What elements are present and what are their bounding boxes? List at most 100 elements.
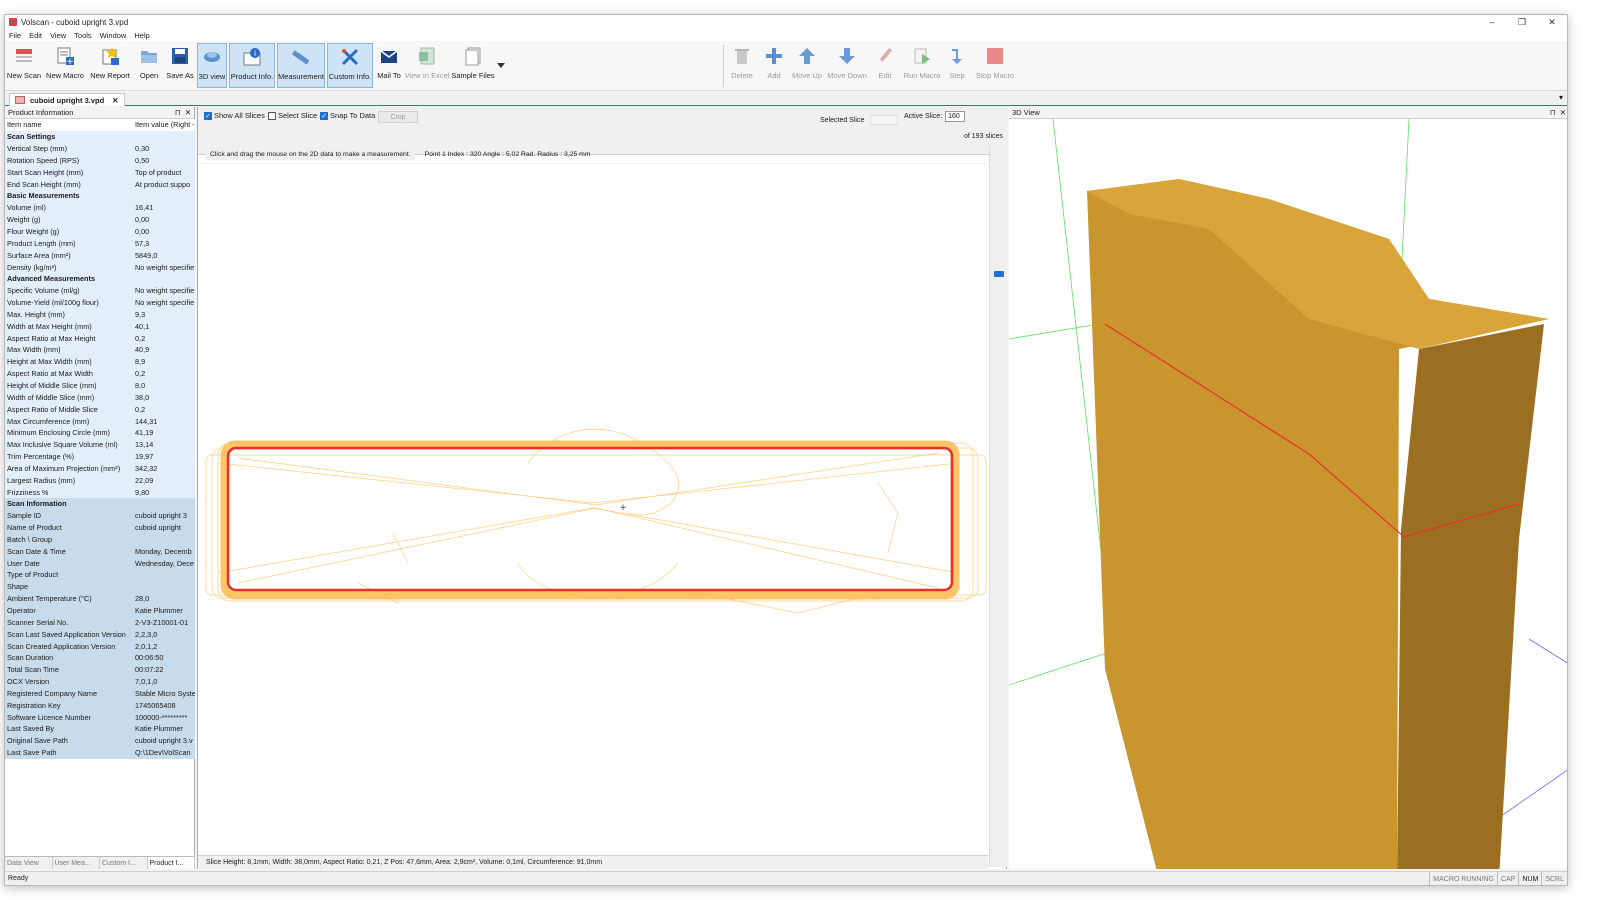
slice-scrollbar-thumb[interactable] [994, 271, 1004, 277]
minimize-button[interactable]: – [1477, 15, 1507, 29]
table-row[interactable]: Max Circumference (mm) 144,31 [5, 415, 195, 427]
crop-button[interactable]: Crop [378, 111, 418, 123]
table-row[interactable]: Width of Middle Slice (mm) 38,0 [5, 391, 195, 404]
table-row[interactable]: Last Save Path Q:\1Dev\VolScan [5, 746, 195, 759]
section-header-row[interactable]: Scan Settings [5, 130, 195, 143]
menu-view[interactable]: View [50, 31, 66, 40]
run-macro-button[interactable]: Run Macro [903, 43, 941, 88]
table-row[interactable]: Scan Duration 00:06:50 [5, 651, 195, 664]
table-row[interactable]: Aspect Ratio at Max Height 0,2 [5, 332, 195, 345]
table-row[interactable]: Specific Volume (ml/g) No weight specifie [5, 284, 195, 297]
mail-to-button[interactable]: Mail To [375, 43, 403, 88]
table-row[interactable]: Registration Key 1745065408 [5, 699, 195, 712]
table-row[interactable]: Total Scan Time 00:07:22 [5, 663, 195, 676]
table-row[interactable]: Height at Max Width (mm) 8,9 [5, 355, 195, 368]
table-row[interactable]: Registered Company Name Stable Micro Syst… [5, 687, 195, 700]
column-header-value[interactable]: Item value (Right - [133, 119, 195, 131]
tab-list-dropdown-icon[interactable]: ▾ [1559, 93, 1563, 102]
sample-files-button[interactable]: Sample Files [451, 43, 495, 88]
document-tab[interactable]: cuboid upright 3.vpd ✕ [9, 93, 126, 106]
section-header-row[interactable]: Scan Information [5, 498, 195, 510]
table-row[interactable]: Vertical Step (mm) 0,30 [5, 142, 195, 155]
custom-info-button[interactable]: Custom Info. [327, 43, 373, 88]
show-all-slices-checkbox[interactable]: ✓ Show All Slices [204, 111, 265, 120]
table-row[interactable]: Start Scan Height (mm) Top of product [5, 166, 195, 179]
table-row[interactable]: Weight (g) 0,00 [5, 213, 195, 226]
new-report-button[interactable]: New Report [89, 43, 131, 88]
table-row[interactable]: Density (kg/m³) No weight specifie [5, 261, 195, 273]
toolbar-overflow-button[interactable] [495, 43, 507, 88]
table-row[interactable]: Rotation Speed (RPS) 0,50 [5, 154, 195, 167]
stop-macro-button[interactable]: Stop Macro [975, 43, 1015, 88]
column-header-name[interactable]: Item name [5, 119, 133, 131]
selected-slice-dropdown[interactable] [870, 115, 899, 125]
table-row[interactable]: Area of Maximum Projection (mm²) 342,32 [5, 462, 195, 475]
table-row[interactable]: Width at Max Height (mm) 40,1 [5, 320, 195, 333]
table-row[interactable]: Volume-Yield (ml/100g flour) No weight sp… [5, 296, 195, 309]
tab-product-info[interactable]: Product I... [147, 857, 195, 869]
table-row[interactable]: Max Width (mm) 40,9 [5, 344, 195, 356]
menu-tools[interactable]: Tools [74, 31, 92, 40]
pin-icon[interactable]: ⊓ [1550, 108, 1556, 117]
slice-scrollbar[interactable] [989, 145, 1007, 867]
table-row[interactable]: Aspect Ratio at Max Width 0,2 [5, 367, 195, 380]
save-as-button[interactable]: Save As [165, 43, 195, 88]
move-down-button[interactable]: Move Down [827, 43, 867, 88]
menu-help[interactable]: Help [134, 31, 149, 40]
table-row[interactable]: Largest Radius (mm) 22,09 [5, 474, 195, 487]
table-row[interactable]: Software Licence Number 100000-********* [5, 711, 195, 724]
slice-plot-area[interactable]: + [198, 162, 988, 853]
table-row[interactable]: Scan Date & Time Monday, Decemb [5, 545, 195, 558]
table-row[interactable]: Minimum Enclosing Circle (mm) 41,19 [5, 426, 195, 439]
menu-file[interactable]: File [9, 31, 21, 40]
table-row[interactable]: Surface Area (mm²) 5849,0 [5, 249, 195, 262]
close-panel-button[interactable]: ✕ [185, 108, 191, 117]
table-row[interactable]: Frizziness % 9,80 [5, 486, 195, 498]
table-row[interactable]: Max Inclusive Square Volume (ml) 13,14 [5, 438, 195, 451]
table-row[interactable]: Height of Middle Slice (mm) 8,0 [5, 379, 195, 392]
step-button[interactable]: Step [945, 43, 969, 88]
open-button[interactable]: Open [135, 43, 163, 88]
table-row[interactable]: Volume (ml) 16,41 [5, 201, 195, 214]
menu-window[interactable]: Window [100, 31, 127, 40]
table-row[interactable]: Scan Created Application Version 2,0,1,2 [5, 640, 195, 652]
move-up-button[interactable]: Move Up [791, 43, 823, 88]
table-row[interactable]: Original Save Path cuboid upright 3.v [5, 734, 195, 747]
product-info-button[interactable]: i Product Info. [229, 43, 275, 88]
section-header-row[interactable]: Basic Measurements [5, 190, 195, 202]
new-macro-button[interactable]: + New Macro [45, 43, 85, 88]
table-row[interactable]: Type of Product [5, 569, 195, 581]
pin-icon[interactable]: ⊓ [175, 108, 181, 117]
add-button[interactable]: Add [761, 43, 787, 88]
tab-user-measurements[interactable]: User Mea... [53, 857, 100, 869]
select-slice-checkbox[interactable]: Select Slice [268, 111, 317, 120]
close-tab-button[interactable]: ✕ [112, 96, 118, 105]
table-row[interactable]: Sample ID cuboid upright 3 [5, 509, 195, 522]
section-header-row[interactable]: Advanced Measurements [5, 272, 195, 285]
table-row[interactable]: Operator Katie Plummer [5, 604, 195, 617]
maximize-button[interactable]: ❐ [1507, 15, 1537, 29]
table-row[interactable]: Product Length (mm) 57,3 [5, 237, 195, 250]
new-scan-button[interactable]: New Scan [7, 43, 41, 88]
view-in-excel-button[interactable]: View In Excel [405, 43, 449, 88]
3d-view-button[interactable]: 3D view [197, 43, 227, 88]
tab-custom-info[interactable]: Custom I... [100, 857, 148, 869]
table-row[interactable]: Batch \ Group [5, 533, 195, 546]
delete-button[interactable]: Delete [727, 43, 757, 88]
table-row[interactable]: Aspect Ratio of Middle Slice 0,2 [5, 403, 195, 416]
table-row[interactable]: Last Saved By Katie Plummer [5, 723, 195, 735]
table-row[interactable]: User Date Wednesday, Dece [5, 557, 195, 570]
table-row[interactable]: Scanner Serial No. 2-V3-Z10001-01 [5, 616, 195, 629]
active-slice-input[interactable]: 160 [945, 111, 966, 122]
tab-data-view[interactable]: Data View [5, 857, 53, 869]
edit-button[interactable]: Edit [873, 43, 897, 88]
table-row[interactable]: Shape [5, 580, 195, 593]
menu-edit[interactable]: Edit [29, 31, 42, 40]
table-row[interactable]: Flour Weight (g) 0,00 [5, 225, 195, 238]
table-row[interactable]: Max. Height (mm) 9,3 [5, 308, 195, 321]
slice-plot[interactable]: + [198, 162, 988, 853]
table-row[interactable]: OCX Version 7,0,1,0 [5, 675, 195, 688]
close-window-button[interactable]: ✕ [1537, 15, 1567, 29]
snap-to-data-checkbox[interactable]: ✓ Snap To Data [320, 111, 375, 120]
measurement-button[interactable]: Measurement [277, 43, 325, 88]
